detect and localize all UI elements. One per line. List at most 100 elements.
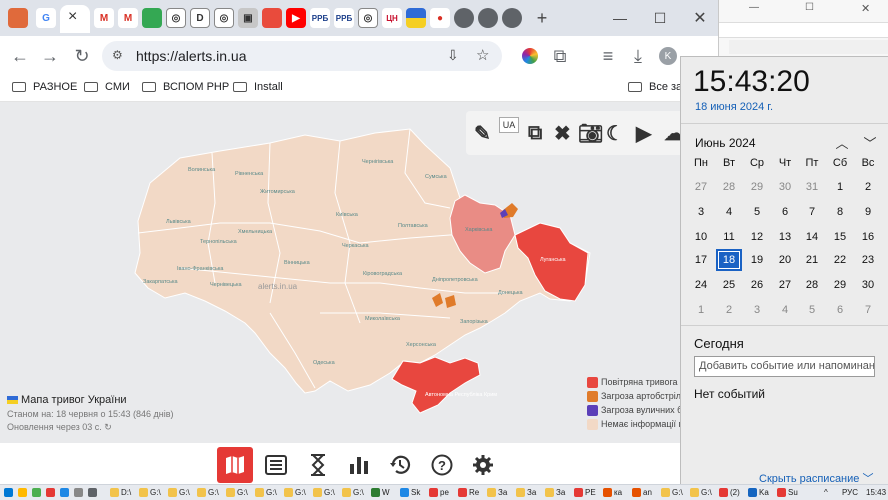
calendar-day[interactable]: 24 — [688, 274, 714, 296]
pinned-app-icon[interactable] — [88, 486, 99, 499]
calendar-day[interactable]: 26 — [744, 274, 770, 296]
bookmark-folder-raznoe[interactable]: РАЗНОЕ — [12, 81, 77, 93]
taskbar-item[interactable]: За — [487, 486, 507, 499]
calendar-day[interactable]: 4 — [772, 299, 798, 321]
tab-favicon[interactable]: ◎ — [358, 8, 378, 28]
calendar-day[interactable]: 4 — [716, 201, 742, 223]
calendar-day[interactable]: 29 — [827, 274, 853, 296]
extensions-icon[interactable]: ⧉ — [548, 44, 572, 68]
calendar-day[interactable]: 11 — [716, 226, 742, 248]
address-bar[interactable]: ⚙ https://alerts.in.ua ⇩ ☆ — [102, 41, 502, 71]
taskbar-item[interactable]: G:\ — [226, 486, 248, 499]
history-button[interactable] — [382, 447, 418, 483]
close-tab-icon[interactable]: × — [68, 8, 77, 26]
close-window-icon[interactable]: ✕ — [688, 8, 712, 28]
calendar-day[interactable]: 30 — [855, 274, 881, 296]
taskbar-item[interactable]: G:\ — [255, 486, 277, 499]
bookmark-folder-install[interactable]: Install — [233, 81, 283, 93]
calendar-day[interactable]: 19 — [744, 249, 770, 271]
bg-window-minimize-icon[interactable]: — — [749, 2, 759, 13]
current-date-link[interactable]: 18 июня 2024 г. — [695, 101, 773, 113]
install-app-icon[interactable]: ⇩ — [447, 47, 459, 64]
youtube-icon[interactable]: ▶ — [636, 121, 651, 145]
taskbar-item[interactable]: G:\ — [168, 486, 190, 499]
calendar-day[interactable]: 3 — [688, 201, 714, 223]
taskbar-item[interactable]: Su — [777, 486, 798, 499]
new-tab-icon[interactable]: + — [530, 8, 554, 28]
taskbar-item[interactable]: Ka — [748, 486, 769, 499]
globe-tab-icon-2[interactable] — [478, 8, 498, 28]
calendar-day[interactable]: 8 — [827, 201, 853, 223]
calendar-day[interactable]: 25 — [716, 274, 742, 296]
add-event-input[interactable]: Добавить событие или напоминание — [694, 356, 875, 377]
gmail-tab-icon-2[interactable]: M — [118, 8, 138, 28]
calendar-day[interactable]: 21 — [799, 249, 825, 271]
pinned-app-icon[interactable] — [74, 486, 85, 499]
calendar-day[interactable]: 16 — [855, 226, 881, 248]
google-tab-icon[interactable]: G — [36, 8, 56, 28]
taskbar-item[interactable]: G:\ — [313, 486, 335, 499]
bg-window-maximize-icon[interactable]: ☐ — [805, 2, 814, 13]
profile-avatar[interactable]: K — [656, 44, 680, 68]
calendar-day[interactable]: 1 — [688, 299, 714, 321]
ukraine-flag-tab-icon[interactable] — [406, 8, 426, 28]
calendar-day[interactable]: 1 — [827, 176, 853, 198]
tab-favicon[interactable]: ▣ — [238, 8, 258, 28]
minimize-icon[interactable]: — — [608, 8, 632, 28]
youtube-tab-icon[interactable]: ▶ — [286, 8, 306, 28]
url-text[interactable]: https://alerts.in.ua — [136, 48, 247, 64]
calendar-day[interactable]: 2 — [855, 176, 881, 198]
tab-favicon-rpb[interactable]: РРБ — [310, 8, 330, 28]
bg-window-close-icon[interactable]: ✕ — [861, 2, 870, 15]
stats-button[interactable] — [341, 447, 377, 483]
record-tab-icon[interactable]: ● — [430, 8, 450, 28]
pinned-app-icon[interactable] — [46, 486, 57, 499]
calendar-day[interactable]: 15 — [827, 226, 853, 248]
calendar-day[interactable]: 18 — [716, 249, 742, 271]
globe-tab-icon[interactable] — [454, 8, 474, 28]
refresh-icon[interactable]: ↻ — [104, 422, 112, 432]
taskbar-item[interactable]: G:\ — [284, 486, 306, 499]
calendar-day[interactable]: 31 — [799, 176, 825, 198]
media-control-icon[interactable]: ≡ — [596, 44, 620, 68]
calendar-day[interactable]: 13 — [772, 226, 798, 248]
crimea-region-alert[interactable] — [391, 356, 481, 414]
taskbar-item[interactable]: G:\ — [342, 486, 364, 499]
calendar-day[interactable]: 29 — [744, 176, 770, 198]
active-tab[interactable]: × — [60, 5, 90, 33]
globe-tab-icon-3[interactable] — [502, 8, 522, 28]
taskbar-item[interactable]: Re — [458, 486, 479, 499]
bookmark-folder-smi[interactable]: СМИ — [84, 81, 130, 93]
taskbar-item[interactable]: За — [516, 486, 536, 499]
calendar-day[interactable]: 28 — [799, 274, 825, 296]
calendar-day[interactable]: 2 — [716, 299, 742, 321]
tab-favicon-ts[interactable]: ЦН — [382, 8, 402, 28]
settings-button[interactable] — [465, 447, 501, 483]
calendar-day[interactable]: 10 — [688, 226, 714, 248]
calendar-day[interactable]: 22 — [827, 249, 853, 271]
moon-icon[interactable]: ☾ — [606, 121, 624, 145]
calendar-day[interactable]: 28 — [716, 176, 742, 198]
calendar-day[interactable]: 6 — [772, 201, 798, 223]
calendar-day[interactable]: 20 — [772, 249, 798, 271]
calendar-day[interactable]: 27 — [772, 274, 798, 296]
calendar-day[interactable]: 14 — [799, 226, 825, 248]
taskbar-item[interactable]: G:\ — [690, 486, 712, 499]
calendar-day[interactable]: 7 — [855, 299, 881, 321]
taskbar-item[interactable]: ка — [603, 486, 622, 499]
taskbar-item[interactable]: G:\ — [661, 486, 683, 499]
ukraine-alerts-map[interactable]: Волинська Рівненська Чернігівська Сумськ… — [120, 123, 600, 428]
downloads-icon[interactable]: ⤓ — [626, 44, 650, 68]
up-arrow-icon[interactable]: ^ — [824, 486, 828, 499]
help-button[interactable]: ? — [424, 447, 460, 483]
language-indicator[interactable]: РУС — [842, 486, 858, 499]
previous-month-icon[interactable]: ︿ — [833, 133, 851, 151]
tab-favicon-orange[interactable] — [8, 8, 28, 28]
taskbar-item[interactable]: PE — [574, 486, 596, 499]
map-view-button[interactable] — [217, 447, 253, 483]
tab-favicon-rpb-2[interactable]: РРБ — [334, 8, 354, 28]
site-info-icon[interactable]: ⚙ — [112, 48, 123, 62]
back-icon[interactable]: ← — [8, 44, 32, 68]
taskbar-item[interactable]: G:\ — [197, 486, 219, 499]
timer-button[interactable] — [300, 447, 336, 483]
